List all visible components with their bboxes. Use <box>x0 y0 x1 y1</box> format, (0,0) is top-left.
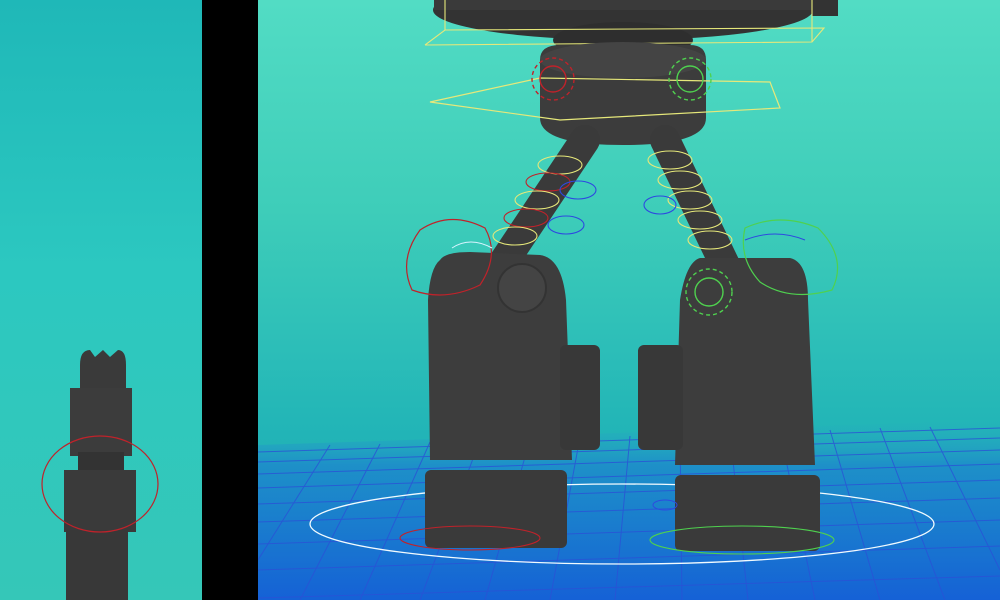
perspective-view-canvas[interactable] <box>258 0 1000 600</box>
side-viewport[interactable]: side-view <box>0 0 202 600</box>
hip-mesh[interactable] <box>540 42 706 145</box>
viewport-divider[interactable] <box>202 0 258 600</box>
side-foot-top-mesh[interactable] <box>80 350 126 392</box>
right-knee-pole-control[interactable] <box>744 233 806 241</box>
ground-grid <box>258 420 1000 600</box>
left-knee-pole-control[interactable] <box>451 241 493 249</box>
perspective-viewport[interactable]: perspective-view <box>258 0 1000 600</box>
side-lower-mesh[interactable] <box>66 530 128 600</box>
side-foot-mesh[interactable] <box>64 470 136 532</box>
side-ankle-mesh[interactable] <box>78 452 124 470</box>
side-leg-block-mesh[interactable] <box>70 388 132 456</box>
side-view-canvas[interactable] <box>0 0 202 600</box>
